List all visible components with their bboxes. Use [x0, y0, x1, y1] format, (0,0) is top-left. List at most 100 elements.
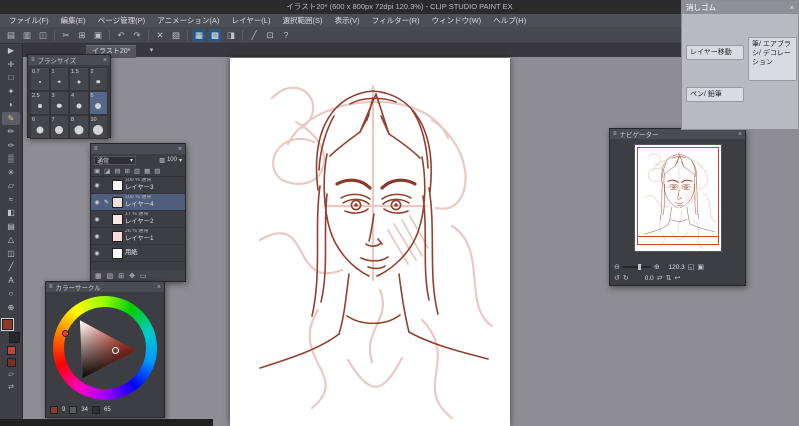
menu-page[interactable]: ページ管理(P)	[93, 14, 150, 27]
zoom-slider[interactable]	[622, 264, 651, 270]
operation-tool[interactable]: ▶	[2, 44, 20, 58]
merge-layer-icon[interactable]: ✥	[129, 272, 135, 280]
subtool-layer-move-button[interactable]: レイヤー移動	[686, 45, 744, 61]
sub-color-swatch-1[interactable]	[6, 346, 16, 355]
menu-view[interactable]: 表示(V)	[330, 14, 365, 27]
menu-animation[interactable]: アニメーション(A)	[152, 14, 224, 27]
paste-icon[interactable]: ▣	[91, 29, 105, 42]
menu-layer[interactable]: レイヤー(L)	[227, 14, 276, 27]
menu-edit[interactable]: 編集(E)	[56, 14, 91, 27]
brush-size-cell[interactable]: 8	[69, 115, 89, 139]
frame-border-tool[interactable]: ◫	[2, 247, 20, 261]
set-reference-icon[interactable]: ▦	[144, 167, 150, 175]
brush-size-cell[interactable]: 1	[49, 67, 69, 91]
eye-icon[interactable]: ◉	[93, 216, 101, 223]
new-layer-icon[interactable]: ▦	[95, 272, 102, 280]
layer-opacity-field[interactable]: ▨ 100 ▾	[159, 157, 182, 164]
brush-size-cell[interactable]: 3	[49, 91, 69, 115]
actual-size-icon[interactable]: ▣	[697, 263, 704, 271]
brush-size-cell[interactable]: 6	[30, 115, 50, 139]
background-color-swatch[interactable]	[9, 332, 20, 343]
eraser-tool[interactable]: ▱	[2, 179, 20, 193]
ruler-tool[interactable]: ╱	[2, 260, 20, 274]
snap-grid-icon[interactable]: ◨	[224, 29, 238, 42]
layer-row[interactable]: ◉ 17 % 通常 レイヤー2	[91, 211, 185, 228]
sub-color-swatch-2[interactable]	[6, 358, 16, 367]
fill-tool[interactable]: ◧	[2, 206, 20, 220]
close-icon[interactable]: ×	[99, 57, 107, 64]
layer-row-selected[interactable]: ◉ ✎ 100 % 通常 レイヤー4	[91, 194, 185, 211]
rotate-right-icon[interactable]: ↻	[623, 274, 629, 282]
palette-menu-icon[interactable]: ≡	[94, 146, 98, 152]
menu-selection[interactable]: 選択範囲(S)	[278, 14, 328, 27]
new-folder-icon[interactable]: ▧	[107, 272, 114, 280]
eye-icon[interactable]: ◉	[93, 199, 101, 206]
grid-icon[interactable]: ⊡	[263, 29, 277, 42]
zoom-in-icon[interactable]: ⊕	[654, 263, 660, 271]
brush-size-cell[interactable]: 10	[88, 115, 108, 139]
cut-icon[interactable]: ✂	[59, 29, 73, 42]
zoom-out-icon[interactable]: ⊖	[614, 263, 620, 271]
snap-ruler-icon[interactable]: ▦	[192, 28, 206, 42]
close-icon[interactable]: ×	[734, 131, 742, 138]
hue-marker[interactable]	[62, 330, 69, 337]
close-icon[interactable]: ×	[153, 284, 161, 291]
clear-icon[interactable]: ✕	[153, 29, 167, 42]
zoom-tool[interactable]: ⊕	[2, 301, 20, 315]
subtool-pen-pencil-button[interactable]: ペン/ 鉛筆	[686, 87, 744, 103]
auto-select-tool[interactable]: ✦	[2, 85, 20, 99]
blend-tool[interactable]: ≈	[2, 193, 20, 207]
duplicate-layer-icon[interactable]: ⊞	[118, 272, 124, 280]
balloon-tool[interactable]: ○	[2, 287, 20, 301]
brush-size-cell[interactable]: 4	[69, 91, 89, 115]
brush-size-cell-selected[interactable]: 5	[88, 91, 108, 115]
ruler-layer-icon[interactable]: ▥	[134, 167, 140, 175]
copy-icon[interactable]: ⊞	[75, 29, 89, 42]
color-wheel[interactable]	[53, 296, 157, 400]
menu-window[interactable]: ウィンドウ(W)	[427, 14, 487, 27]
help-icon[interactable]: ?	[279, 29, 293, 42]
reset-rotation-icon[interactable]: ↩	[675, 274, 681, 282]
navigator-thumbnail[interactable]	[633, 144, 722, 252]
snap-special-ruler-icon[interactable]: ▩	[208, 28, 222, 42]
brush-size-cell[interactable]: 2.5	[30, 91, 50, 115]
eye-icon[interactable]: ◉	[93, 250, 101, 257]
undo-icon[interactable]: ↶	[114, 29, 128, 42]
flip-horizontal-icon[interactable]: ⇄	[657, 274, 663, 282]
two-pane-icon[interactable]: ▧	[154, 167, 160, 175]
fit-to-window-icon[interactable]: ◱	[688, 263, 695, 271]
transparent-color-icon[interactable]: ▱	[2, 369, 20, 380]
gradient-tool[interactable]: ▤	[2, 220, 20, 234]
eye-icon[interactable]: ◉	[93, 233, 101, 240]
decoration-tool[interactable]: ✳	[2, 166, 20, 180]
brush-size-cell[interactable]: 0.7	[30, 67, 50, 91]
layer-row-paper[interactable]: ◉ 用紙	[91, 245, 185, 262]
layer-row[interactable]: ◉ 26 % 通常 レイヤー1	[91, 228, 185, 245]
tab-menu-caret-icon[interactable]: ▾	[146, 45, 157, 57]
new-canvas-icon[interactable]: ▤	[4, 29, 18, 42]
subtool-brush-airbrush-decoration-button[interactable]: 筆/ エアブラシ/ デコレーション	[748, 37, 797, 81]
foreground-color-swatch[interactable]	[2, 319, 13, 330]
menu-filter[interactable]: フィルター(R)	[367, 14, 425, 27]
eyedropper-tool[interactable]: ◗	[2, 98, 20, 112]
pen-tool[interactable]: ✎	[2, 111, 20, 125]
menu-file[interactable]: ファイル(F)	[4, 14, 54, 27]
open-file-icon[interactable]: ▥	[20, 29, 34, 42]
text-tool[interactable]: A	[2, 274, 20, 288]
save-file-icon[interactable]: ◫	[36, 29, 50, 42]
layer-row[interactable]: ◉ 100 % 通常 レイヤー3	[91, 177, 185, 194]
flip-vertical-icon[interactable]: ⇅	[666, 274, 672, 282]
palette-menu-icon[interactable]: ≡	[31, 57, 35, 63]
ruler-icon[interactable]: ╱	[247, 29, 261, 42]
redo-icon[interactable]: ↷	[130, 29, 144, 42]
fill-icon[interactable]: ▨	[169, 29, 183, 42]
menu-help[interactable]: ヘルプ(H)	[488, 14, 531, 27]
selection-tool[interactable]: □	[2, 71, 20, 85]
delete-layer-icon[interactable]: ▭	[140, 272, 147, 280]
figure-tool[interactable]: △	[2, 233, 20, 247]
close-icon[interactable]: ×	[790, 1, 794, 14]
rotate-left-icon[interactable]: ↺	[614, 274, 620, 282]
brush-size-cell[interactable]: 7	[49, 115, 69, 139]
clip-mask-icon[interactable]: ▣	[94, 167, 100, 175]
brush-size-cell[interactable]: 2	[88, 67, 108, 91]
